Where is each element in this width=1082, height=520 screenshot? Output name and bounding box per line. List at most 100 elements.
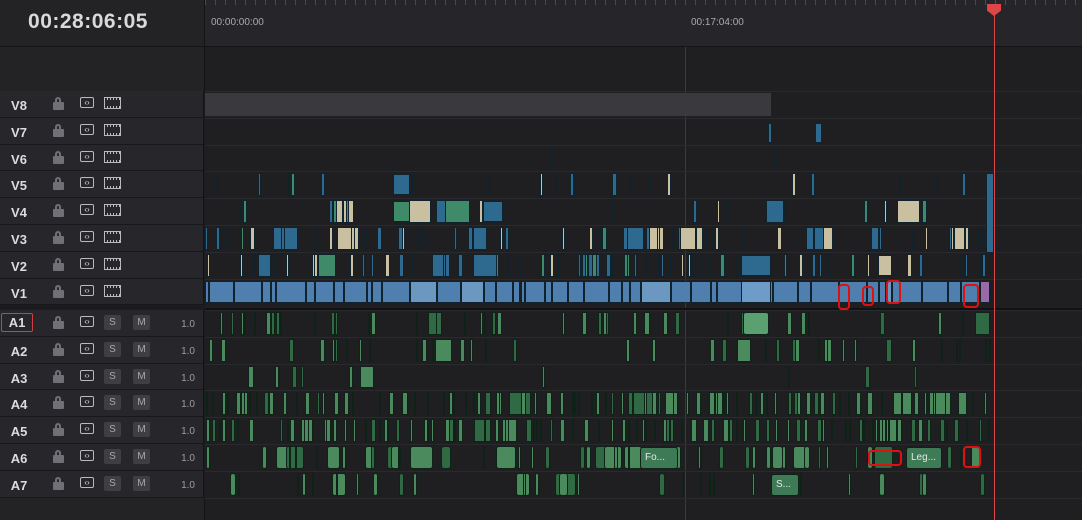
audio-clip[interactable] [635,419,638,442]
auto-select-icon[interactable]: ‹› [80,450,94,461]
audio-clip[interactable] [413,392,416,416]
v1-video-clip[interactable] [567,280,585,304]
audio-clip[interactable] [781,446,787,469]
audio-clip[interactable] [355,472,360,496]
video-clip[interactable] [791,173,797,197]
audio-clip[interactable] [830,419,833,442]
video-clip[interactable] [692,200,697,223]
video-clip[interactable] [878,254,892,276]
audio-clip[interactable] [755,419,760,442]
audio-clip[interactable] [269,392,274,416]
v1-video-clip[interactable] [410,280,438,304]
video-clip[interactable] [661,253,664,277]
video-clip[interactable] [768,122,772,143]
audio-clip[interactable] [710,338,715,362]
audio-clip[interactable] [505,419,510,442]
video-clip[interactable] [422,227,425,250]
audio-clip[interactable] [900,392,903,416]
film-icon[interactable] [104,231,121,243]
audio-clip[interactable] [291,365,298,389]
audio-clip[interactable] [230,419,235,442]
audio-clip[interactable] [558,472,568,496]
video-clip[interactable] [239,253,243,277]
audio-clip[interactable] [643,419,646,442]
audio-clip[interactable] [211,392,214,416]
video-clip[interactable] [592,253,597,277]
audio-clip[interactable] [651,338,657,362]
video-clip[interactable] [444,200,470,223]
lock-icon[interactable] [52,342,66,356]
v1-video-clip[interactable] [690,280,712,304]
audio-clip[interactable] [871,419,874,442]
video-clip[interactable] [870,227,883,250]
audio-clip[interactable] [335,472,338,496]
audio-clip[interactable] [862,419,865,442]
audio-clip[interactable] [513,338,517,362]
audio-clip[interactable] [559,392,565,416]
audio-clip[interactable] [736,419,739,442]
timeline-ruler[interactable]: 00:00:00:00 00:17:04:00 [205,0,1082,47]
audio-clip[interactable] [583,419,590,442]
video-clip[interactable] [345,200,349,223]
audio-clip[interactable] [373,472,378,496]
audio-clip[interactable] [729,419,733,442]
v1-video-clip[interactable] [989,280,992,304]
audio-clip[interactable] [263,392,269,416]
v1-video-clip[interactable] [921,280,949,304]
audio-clip[interactable] [955,338,958,362]
mute-button[interactable]: M [133,368,150,384]
video-clip[interactable] [741,254,771,276]
audio-clip[interactable] [838,392,841,416]
audio-clip[interactable] [326,446,341,469]
video-clip[interactable] [666,173,672,197]
audio-clip[interactable] [622,419,626,442]
audio-clip[interactable] [294,446,297,469]
audio-clip[interactable] [518,446,521,469]
video-clip[interactable] [274,253,277,277]
video-clip[interactable] [964,253,968,277]
audio-clip[interactable] [410,419,413,442]
audio-clip[interactable] [279,419,283,442]
video-clip[interactable] [648,173,652,197]
video-clip[interactable] [589,227,594,250]
video-clip[interactable] [483,201,503,223]
audio-clip[interactable] [559,419,566,442]
audio-clip[interactable] [848,419,851,442]
audio-clip[interactable] [499,392,502,416]
video-clip[interactable] [432,253,450,277]
video-clip[interactable] [417,227,421,250]
audio-clip[interactable] [841,338,845,362]
audio-clip[interactable] [544,446,551,469]
audio-clip[interactable] [827,338,832,362]
video-clip[interactable] [240,227,245,250]
audio-clip[interactable] [434,338,453,362]
playhead-line[interactable] [994,4,995,520]
audio-clip[interactable] [332,472,346,496]
video-clip[interactable] [611,173,617,197]
lock-icon[interactable] [52,450,66,463]
video-clip[interactable] [454,227,458,250]
audio-clip[interactable] [605,392,608,416]
audio-clip[interactable] [874,419,879,442]
auto-select-icon[interactable]: ‹› [80,316,94,327]
audio-clip[interactable] [484,312,487,335]
audio-clip[interactable] [847,472,852,496]
audio-clip[interactable] [334,338,338,362]
audio-clip[interactable] [975,312,990,335]
film-icon[interactable] [104,123,121,136]
audio-clip[interactable] [440,446,452,469]
audio-clip[interactable] [296,392,299,416]
audio-clip[interactable] [531,446,534,469]
v1-video-clip[interactable] [315,280,335,304]
audio-clip[interactable] [923,392,928,416]
audio-clip[interactable] [535,419,538,442]
video-clip[interactable] [679,227,703,250]
audio-clip[interactable] [313,312,316,335]
audio-clip[interactable] [958,338,961,362]
audio-clip[interactable] [680,419,683,442]
audio-clip[interactable] [604,446,622,469]
audio-clip[interactable] [458,419,463,442]
audio-clip[interactable] [283,392,288,416]
v1-video-clip[interactable] [641,280,671,304]
audio-clip[interactable] [278,365,281,389]
